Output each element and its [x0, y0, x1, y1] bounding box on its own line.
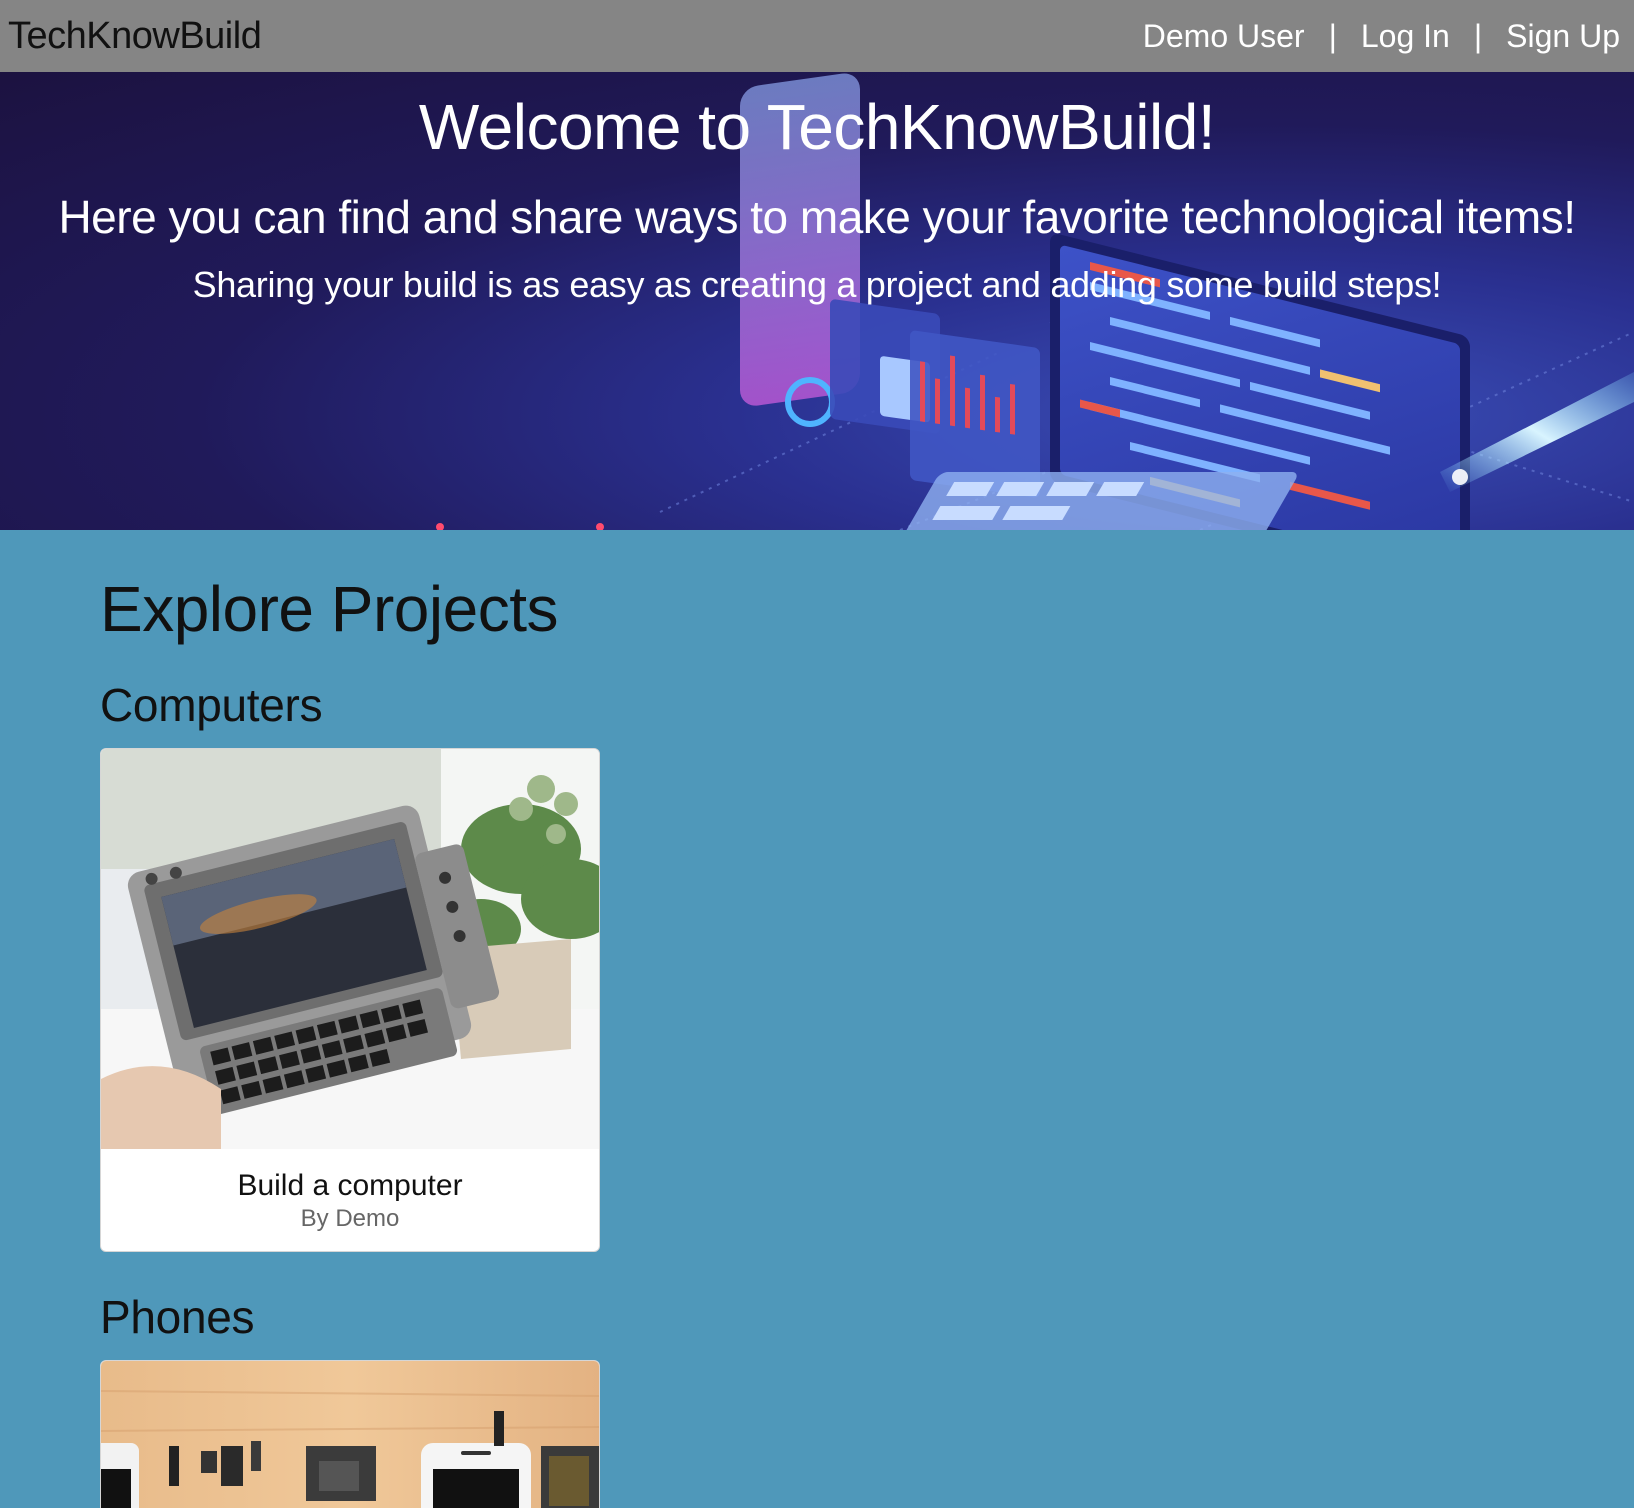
category-title-computers: Computers	[100, 679, 323, 731]
project-card-phone[interactable]	[100, 1360, 600, 1508]
demo-user-link[interactable]: Demo User	[1143, 18, 1305, 55]
project-card-build-a-computer[interactable]: Build a computer By Demo	[100, 748, 600, 1252]
top-nav: TechKnowBuild Demo User | Log In | Sign …	[0, 0, 1634, 72]
hero-title: Welcome to TechKnowBuild!	[418, 91, 1216, 163]
category-title-phones: Phones	[100, 1291, 255, 1343]
computer-project-image	[101, 749, 599, 1149]
brand-logo[interactable]: TechKnowBuild	[8, 15, 262, 58]
login-link[interactable]: Log In	[1361, 18, 1450, 55]
nav-links: Demo User | Log In | Sign Up	[1143, 18, 1620, 55]
project-author: By Demo	[300, 1205, 400, 1232]
nav-separator: |	[1473, 17, 1483, 54]
project-title[interactable]: Build a computer	[101, 1169, 599, 1203]
project-thumbnail[interactable]	[101, 1361, 599, 1508]
phone-project-image	[101, 1361, 599, 1508]
hero-banner: Welcome to TechKnowBuild! Here you can f…	[0, 72, 1634, 530]
card-body: Build a computer By Demo	[101, 1149, 599, 1251]
project-thumbnail[interactable]	[101, 749, 599, 1149]
nav-separator: |	[1328, 17, 1337, 54]
signup-link[interactable]: Sign Up	[1506, 18, 1620, 55]
page-title: Explore Projects	[100, 573, 558, 645]
hero-subtitle-secondary: Sharing your build is as easy as creatin…	[192, 264, 1442, 305]
hero-subtitle: Here you can find and share ways to make…	[58, 191, 1576, 243]
